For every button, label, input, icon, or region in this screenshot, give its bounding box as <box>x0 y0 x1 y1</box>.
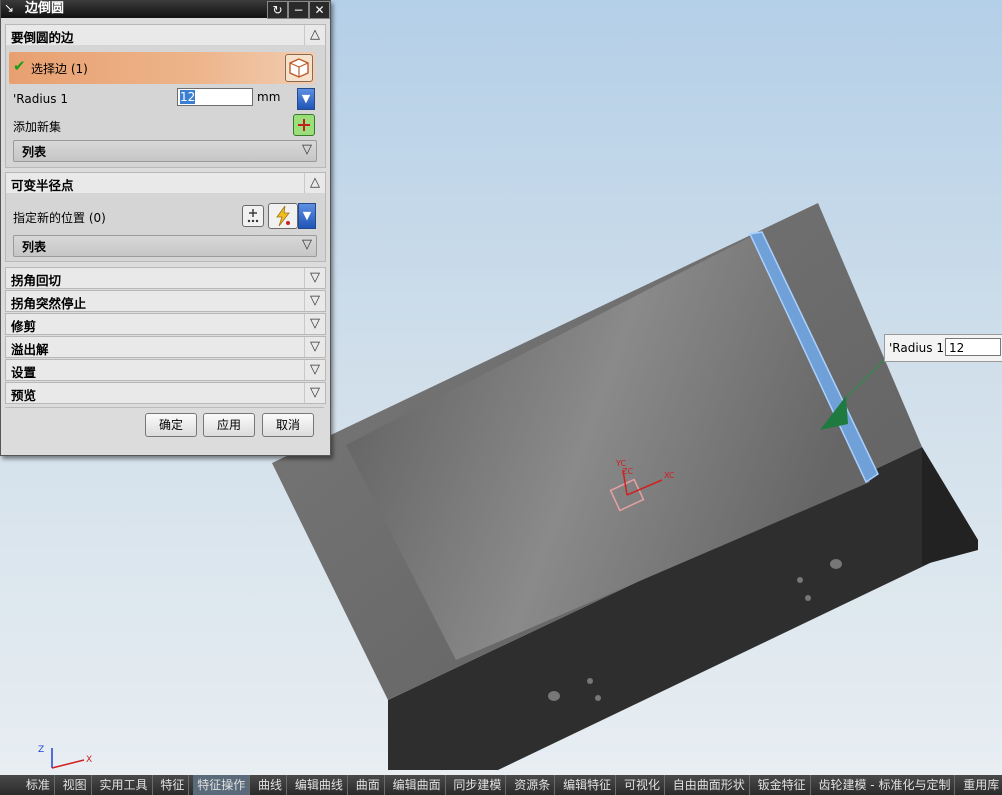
edge-list-combo[interactable]: 列表 ▽ <box>13 140 317 162</box>
dialog-button-bar: 确定 应用 取消 <box>5 407 324 446</box>
tab-feature[interactable]: 特征 <box>156 775 190 795</box>
hole-3 <box>805 595 811 601</box>
chevron-down-icon: ▽ <box>302 142 312 157</box>
tab-resource-bar[interactable]: 资源条 <box>510 775 556 795</box>
floating-radius-label: 'Radius 1 <box>889 341 944 355</box>
tab-curve[interactable]: 曲线 <box>254 775 288 795</box>
point-list-label: 列表 <box>22 240 47 254</box>
tab-utility[interactable]: 实用工具 <box>96 775 153 795</box>
floating-radius-value[interactable]: 12 <box>945 338 1001 356</box>
section-header-trim[interactable]: 修剪 ▽ <box>5 313 326 335</box>
select-edge-row[interactable]: ✔ 选择边 (1) <box>9 52 315 84</box>
section-title: 修剪 <box>11 319 37 334</box>
edge-blend-icon: ↘ <box>4 1 15 15</box>
section-header-stop-short[interactable]: 拐角突然停止 ▽ <box>5 290 326 312</box>
add-new-set-icon[interactable] <box>293 114 315 136</box>
chevron-down-icon[interactable]: ▽ <box>304 337 325 357</box>
edge-blend-dialog: ↘ 边倒圆 ↻ − ✕ 要倒圆的边 △ ✔ 选择边 (1) 'Radius 1 … <box>0 0 331 456</box>
toolbar-grip-icon[interactable] <box>0 775 18 795</box>
tab-gear-modeling[interactable]: 齿轮建模 - 标准化与定制 <box>814 775 956 795</box>
tab-standard[interactable]: 标准 <box>22 775 55 795</box>
cube-selection-icon[interactable] <box>285 54 313 82</box>
toolbar-tab-bar: 标准 视图 实用工具 特征 特征操作 曲线 编辑曲线 曲面 编辑曲面 同步建模 … <box>0 775 1002 795</box>
chevron-down-icon[interactable]: ▽ <box>304 268 325 288</box>
chevron-down-icon[interactable]: ▽ <box>304 383 325 403</box>
section-title: 拐角回切 <box>11 273 62 288</box>
point-type-dropdown-icon[interactable]: ▼ <box>298 203 316 229</box>
radius-label: 'Radius 1 <box>13 92 68 106</box>
hole-6 <box>595 695 601 701</box>
tab-visualization[interactable]: 可视化 <box>620 775 665 795</box>
point-list-combo[interactable]: 列表 ▽ <box>13 235 317 257</box>
section-edges-title: 要倒圆的边 <box>11 30 74 45</box>
section-header-settings[interactable]: 设置 ▽ <box>5 359 326 381</box>
section-header-variable[interactable]: 可变半径点 △ <box>5 172 326 194</box>
tab-surface[interactable]: 曲面 <box>352 775 385 795</box>
dialog-titlebar[interactable]: ↘ 边倒圆 ↻ − ✕ <box>1 0 330 19</box>
absolute-triad-icon: Z X <box>38 745 92 769</box>
chevron-down-icon: ▽ <box>302 237 312 252</box>
tab-freeform-shape[interactable]: 自由曲面形状 <box>669 775 750 795</box>
tab-edit-curve[interactable]: 编辑曲线 <box>291 775 348 795</box>
section-header-corner-setback[interactable]: 拐角回切 ▽ <box>5 267 326 289</box>
hole-5 <box>587 678 593 684</box>
section-title: 预览 <box>11 388 37 403</box>
tab-synchronous-modeling[interactable]: 同步建模 <box>449 775 507 795</box>
section-title: 拐角突然停止 <box>11 296 87 311</box>
select-edge-label: 选择边 (1) <box>31 62 88 76</box>
section-header-edges[interactable]: 要倒圆的边 △ <box>5 24 326 46</box>
tab-edit-surface[interactable]: 编辑曲面 <box>389 775 446 795</box>
radius-dropdown-icon[interactable]: ▼ <box>297 88 315 110</box>
hole-1 <box>830 559 842 569</box>
floating-radius-input[interactable]: 'Radius 1 12 <box>884 334 1002 362</box>
apply-button[interactable]: 应用 <box>203 413 255 437</box>
cancel-button[interactable]: 取消 <box>262 413 314 437</box>
tab-view[interactable]: 视图 <box>59 775 92 795</box>
edge-list-label: 列表 <box>22 145 47 159</box>
dialog-title: 边倒圆 <box>25 1 65 16</box>
chevron-down-icon[interactable]: ▽ <box>304 291 325 311</box>
tab-edit-feature[interactable]: 编辑特征 <box>559 775 617 795</box>
radius-unit: mm <box>257 90 281 104</box>
radius-input[interactable]: 12 <box>177 88 253 106</box>
tab-feature-operation[interactable]: 特征操作 <box>193 775 251 795</box>
tab-sheet-metal[interactable]: 钣金特征 <box>754 775 811 795</box>
hole-4 <box>548 691 560 701</box>
chevron-down-icon[interactable]: ▽ <box>304 314 325 334</box>
close-icon[interactable]: ✕ <box>309 1 330 19</box>
radius-value: 12 <box>180 90 196 104</box>
wcs-zc-label: ZC <box>622 467 633 476</box>
triad-z-label: Z <box>38 745 44 755</box>
section-header-overflow[interactable]: 溢出解 ▽ <box>5 336 326 358</box>
chevron-down-icon[interactable]: ▽ <box>304 360 325 380</box>
wcs-xc-label: XC <box>664 471 675 480</box>
new-location-label: 指定新的位置 (0) <box>13 211 106 225</box>
chevron-up-icon[interactable]: △ <box>304 173 325 193</box>
tab-reuse-library[interactable]: 重用库 <box>959 775 1002 795</box>
triad-x-label: X <box>86 755 92 765</box>
add-new-set-label: 添加新集 <box>13 120 62 134</box>
section-header-preview[interactable]: 预览 ▽ <box>5 382 326 404</box>
section-variable-title: 可变半径点 <box>11 178 74 193</box>
ok-button[interactable]: 确定 <box>145 413 197 437</box>
chevron-up-icon[interactable]: △ <box>304 25 325 45</box>
reset-icon[interactable]: ↻ <box>267 1 288 19</box>
check-icon: ✔ <box>13 57 26 75</box>
hole-2 <box>797 577 803 583</box>
point-dialog-icon[interactable] <box>242 205 264 227</box>
minimize-icon[interactable]: − <box>288 1 309 19</box>
inferred-point-icon[interactable] <box>268 203 298 229</box>
section-title: 溢出解 <box>11 342 49 357</box>
section-title: 设置 <box>11 365 37 380</box>
